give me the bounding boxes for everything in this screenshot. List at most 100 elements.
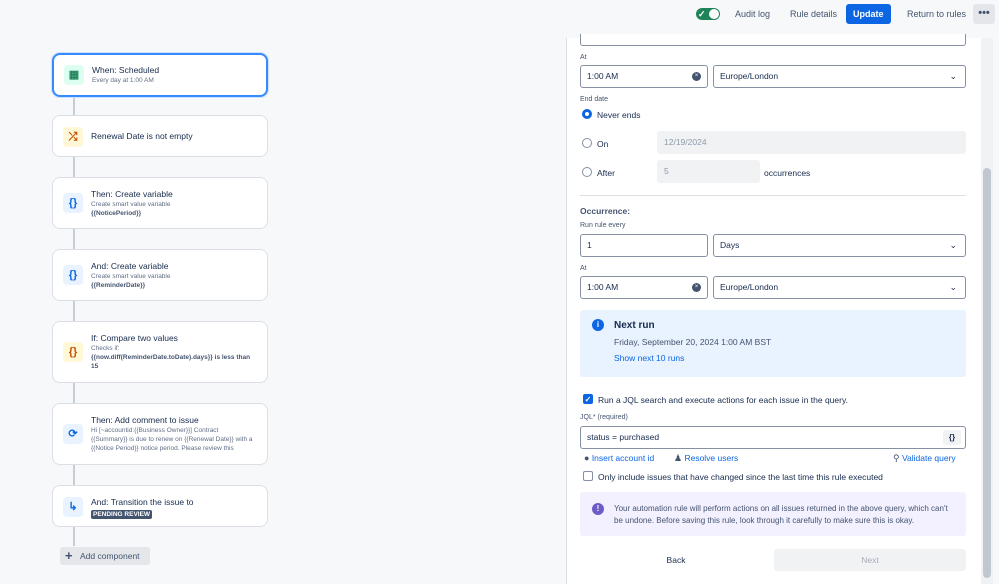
user-icon: ●	[584, 453, 590, 463]
next-run-title: Next run	[614, 320, 655, 331]
trigger-card[interactable]: ▦ When: Scheduled Every day at 1:00 AM	[52, 53, 268, 97]
jql-input[interactable]: status = purchased {}	[580, 426, 966, 449]
jql-search-checkbox[interactable]: ✓	[583, 394, 593, 404]
plus-icon: +	[65, 548, 73, 563]
warning-icon: !	[592, 503, 604, 515]
rule-details-link[interactable]: Rule details	[790, 4, 837, 24]
calendar-icon: ▦	[64, 65, 84, 85]
card-subtitle: Every day at 1:00 AM	[92, 77, 154, 84]
clear-icon[interactable]: ×	[692, 283, 701, 292]
run-rule-every-label: Run rule every	[580, 222, 626, 229]
card-title: When: Scheduled	[92, 65, 160, 75]
timezone2-select[interactable]: Europe/London ⌄	[713, 276, 966, 299]
search-icon: ⚲	[893, 453, 900, 463]
users-icon: ♟	[674, 453, 683, 463]
at-label: At	[580, 54, 587, 61]
card-title: Then: Create variable	[91, 189, 173, 199]
chevron-down-icon: ⌄	[949, 71, 957, 81]
create-variable-card-2[interactable]: {} And: Create variable Create smart val…	[52, 249, 268, 301]
info-icon: i	[592, 319, 604, 331]
card-title: Then: Add comment to issue	[91, 415, 199, 425]
timezone-value: Europe/London	[720, 71, 779, 81]
next-button[interactable]: Next	[774, 549, 966, 571]
unit-value: Days	[720, 240, 740, 250]
insert-account-id-label: Insert account id	[591, 453, 655, 463]
unit-select[interactable]: Days ⌄	[713, 234, 966, 257]
section-divider	[580, 195, 966, 196]
back-button[interactable]: Back	[590, 549, 762, 571]
card-title: And: Create variable	[91, 261, 169, 271]
at2-time-input[interactable]: 1:00 AM ×	[580, 276, 708, 299]
timezone-select[interactable]: Europe/London ⌄	[713, 65, 966, 88]
status-lozenge: PENDING REVIEW	[91, 510, 153, 519]
braces-icon: {}	[63, 265, 83, 285]
insert-account-id-link[interactable]: ● Insert account id	[584, 453, 654, 463]
update-button[interactable]: Update	[846, 4, 891, 24]
return-to-rules-link[interactable]: Return to rules	[907, 4, 966, 24]
card-title: Renewal Date is not empty	[91, 131, 193, 141]
add-component-label: Add component	[80, 551, 140, 561]
clear-icon[interactable]: ×	[692, 72, 701, 81]
at2-time-value: 1:00 AM	[587, 282, 619, 292]
run-every-input[interactable]: 1	[580, 234, 708, 257]
audit-log-link[interactable]: Audit log	[735, 4, 770, 24]
on-date-input[interactable]: 12/19/2024	[657, 131, 966, 154]
occurrences-label: occurrences	[764, 168, 811, 178]
top-toolbar: ✓ Audit log Rule details Update Return t…	[0, 0, 999, 30]
condition-card[interactable]: ⤮ Renewal Date is not empty	[52, 115, 268, 157]
card-subtitle: Checks if:	[91, 345, 120, 352]
end-date-label: End date	[580, 96, 609, 103]
shuffle-icon: ⤮	[63, 127, 83, 147]
on-label: On	[597, 139, 609, 149]
card-title: And: Transition the issue to	[91, 497, 194, 507]
never-ends-label: Never ends	[597, 110, 641, 120]
jql-value: status = purchased	[587, 432, 660, 442]
resolve-users-link[interactable]: ♟ Resolve users	[674, 453, 738, 464]
card-subtitle: Hi [~accountid:{{Business Owner}}] Contr…	[91, 427, 253, 452]
braces-icon[interactable]: {}	[943, 430, 961, 445]
add-comment-card[interactable]: ⟳ Then: Add comment to issue Hi [~accoun…	[52, 403, 268, 465]
validate-query-label: Validate query	[901, 453, 956, 463]
scrollbar-thumb[interactable]	[983, 168, 991, 578]
show-next-runs-link[interactable]: Show next 10 runs	[614, 353, 684, 363]
jql-search-label: Run a JQL search and execute actions for…	[598, 395, 848, 405]
add-component-button[interactable]: + Add component	[60, 547, 150, 565]
occurrence-heading: Occurrence:	[580, 206, 631, 216]
after-radio[interactable]	[582, 167, 592, 177]
validate-query-link[interactable]: ⚲ Validate query	[893, 453, 956, 464]
card-subtitle: Create smart value variable	[91, 201, 171, 208]
at-time-input[interactable]: 1:00 AM ×	[580, 65, 708, 88]
create-variable-card-1[interactable]: {} Then: Create variable Create smart va…	[52, 177, 268, 229]
more-options-button[interactable]: •••	[973, 4, 995, 24]
braces-icon: {}	[63, 193, 83, 213]
at-time-value: 1:00 AM	[587, 71, 619, 81]
toggle-knob	[709, 9, 719, 19]
next-run-date: Friday, September 20, 2024 1:00 AM BST	[614, 337, 772, 347]
rule-enabled-toggle[interactable]: ✓	[696, 8, 720, 20]
compare-values-card[interactable]: {} If: Compare two values Checks if: {{n…	[52, 321, 268, 383]
compare-expression: {{now.diff(ReminderDate.toDate).days}} i…	[91, 354, 251, 370]
variable-name: {{NoticePeriod}}	[91, 210, 142, 217]
check-icon: ✓	[698, 9, 706, 19]
never-ends-radio[interactable]	[582, 109, 592, 119]
variable-name: {{ReminderDate}}	[91, 282, 146, 289]
card-subtitle: Create smart value variable	[91, 273, 171, 280]
chevron-down-icon: ⌄	[949, 240, 957, 250]
timezone2-value: Europe/London	[720, 282, 779, 292]
resolve-users-label: Resolve users	[684, 453, 739, 463]
after-label: After	[597, 168, 615, 178]
after-count-input[interactable]: 5	[657, 160, 760, 183]
transition-icon: ↳	[63, 497, 83, 517]
disclaimer-text: Your automation rule will perform action…	[614, 504, 948, 525]
transition-card[interactable]: ↳ And: Transition the issue to PENDING R…	[52, 485, 268, 527]
card-title: If: Compare two values	[91, 333, 178, 343]
at2-label: At	[580, 265, 587, 272]
previous-field-bottom[interactable]	[580, 34, 966, 46]
refresh-icon: ⟳	[63, 424, 83, 444]
only-changed-checkbox[interactable]	[583, 471, 593, 481]
braces-icon: {}	[63, 342, 83, 362]
only-changed-label: Only include issues that have changed si…	[598, 472, 883, 482]
jql-label: JQL* (required)	[580, 414, 628, 421]
chevron-down-icon: ⌄	[949, 282, 957, 292]
on-radio[interactable]	[582, 138, 592, 148]
